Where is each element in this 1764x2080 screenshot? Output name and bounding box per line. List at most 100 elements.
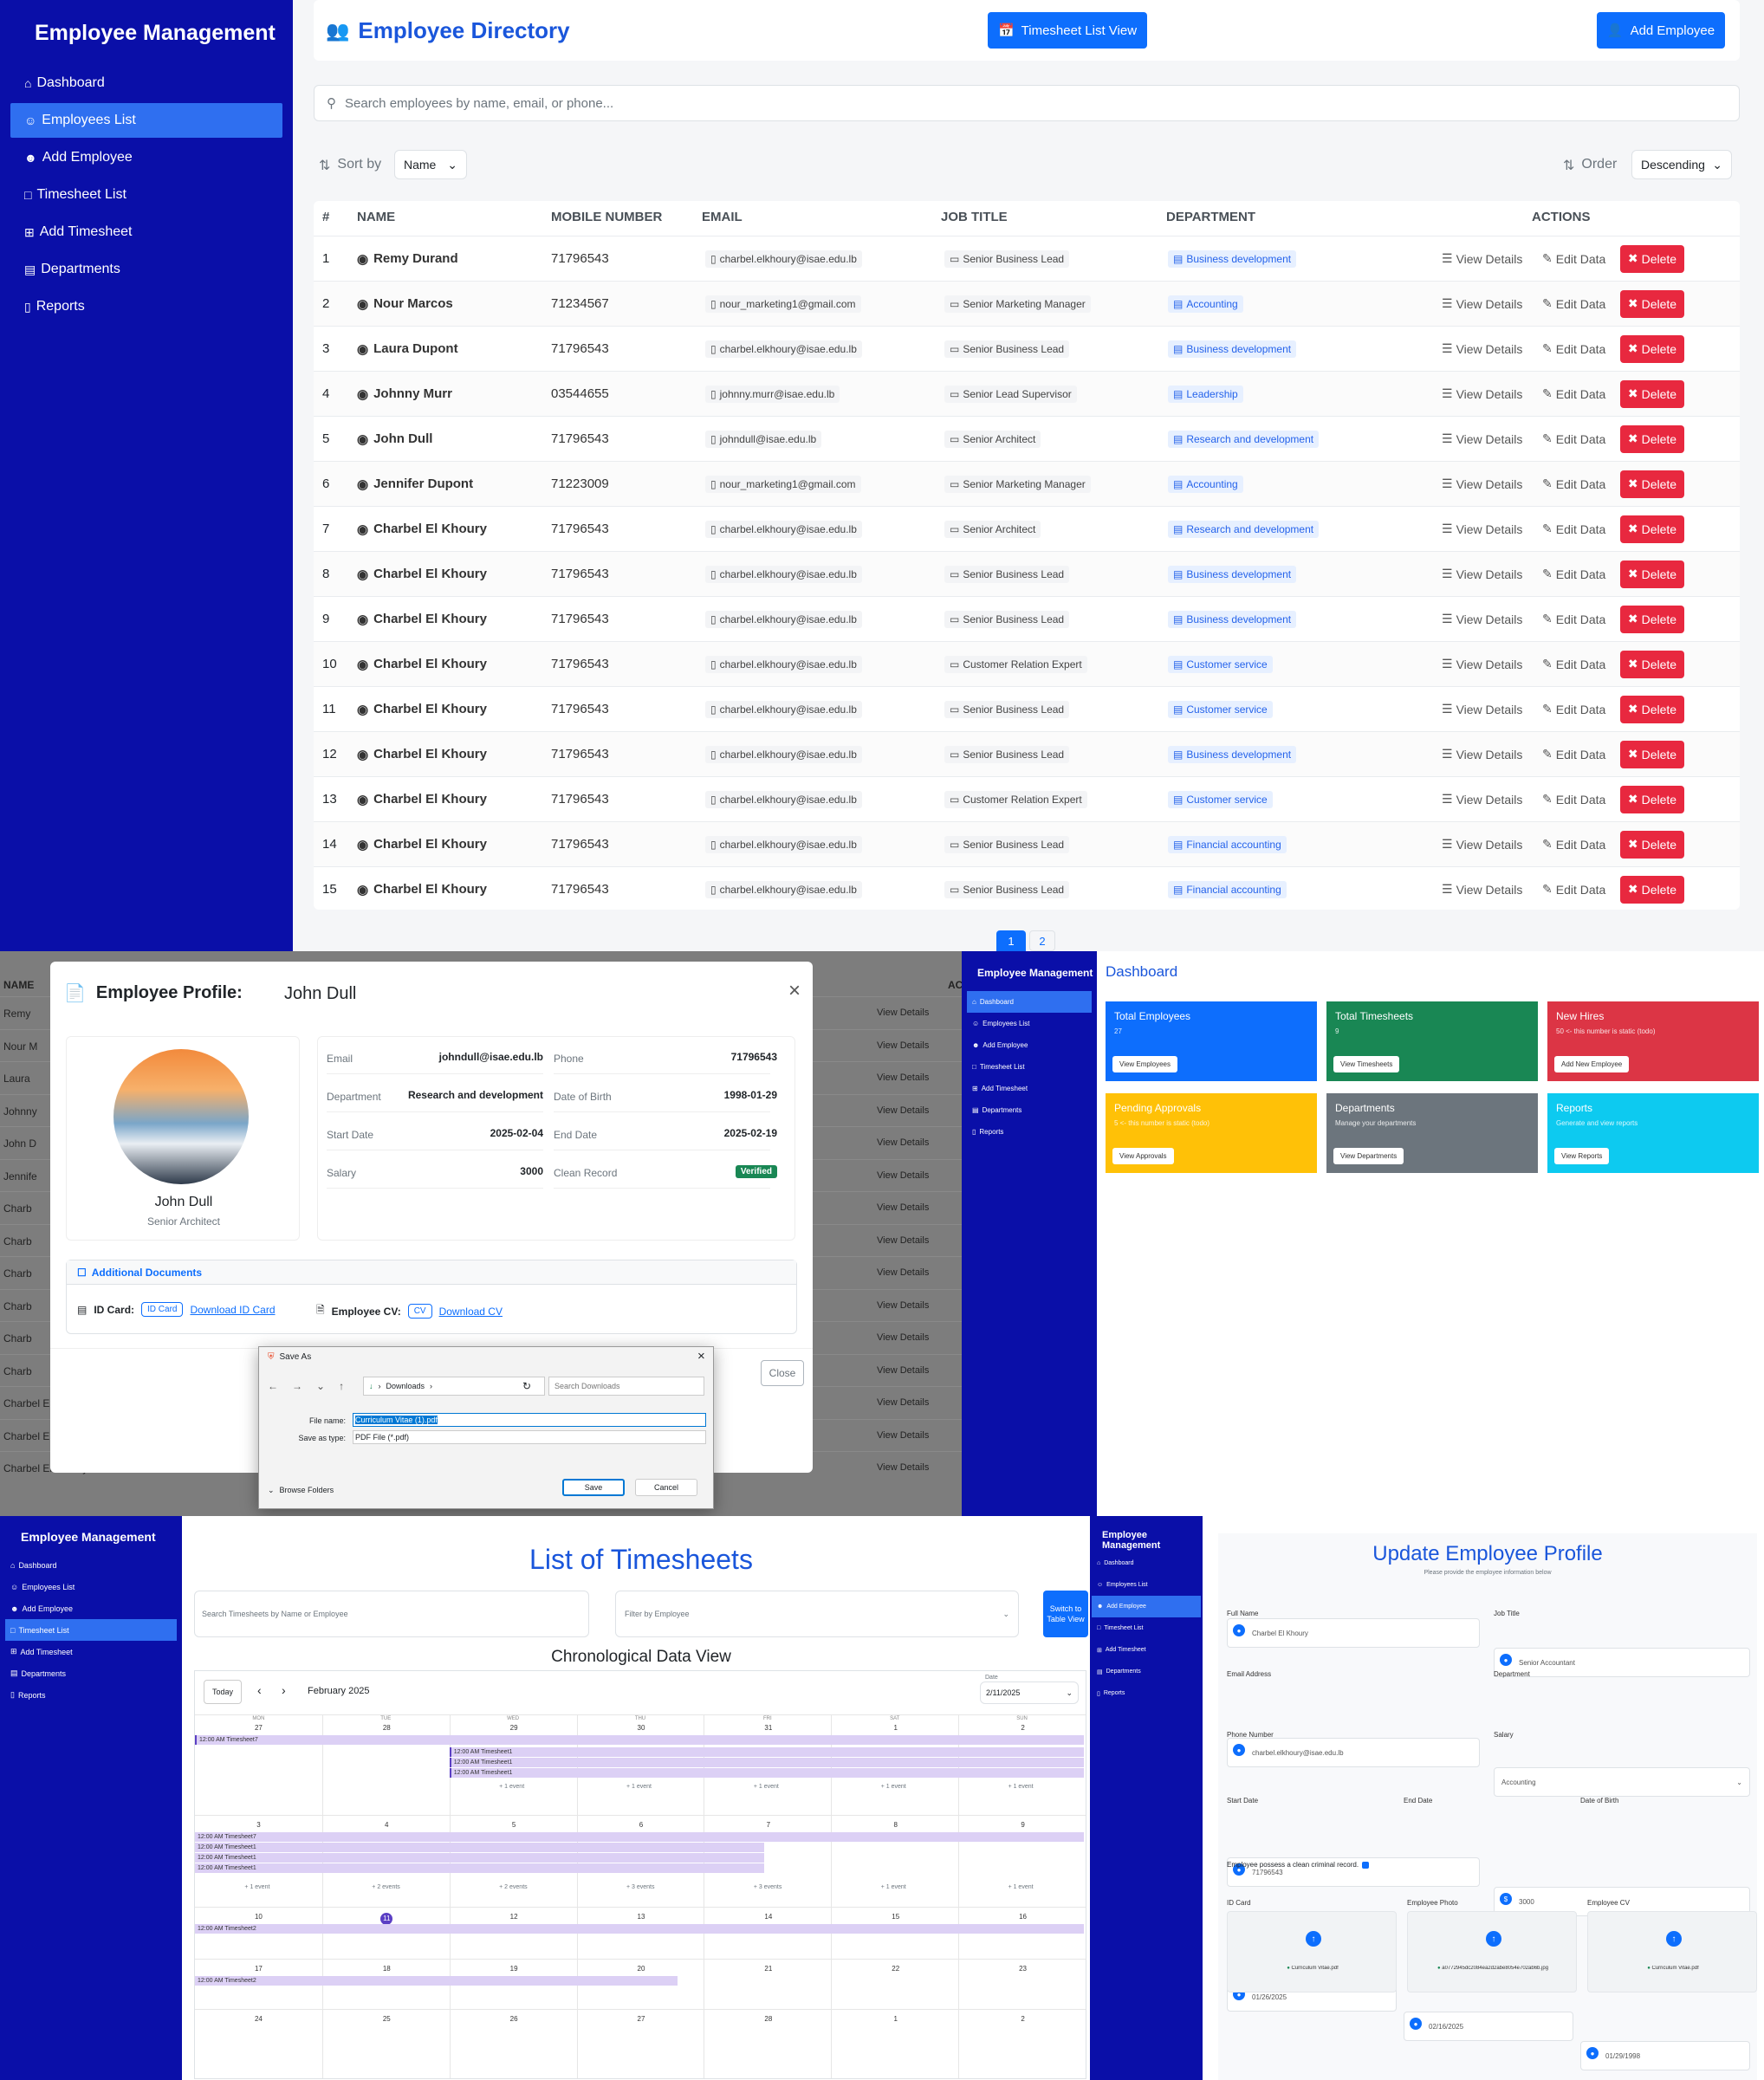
- delete-button[interactable]: ✖ Delete: [1620, 379, 1684, 408]
- sidebar-item-departments[interactable]: ▤ Departments: [10, 252, 282, 287]
- view-details-button[interactable]: ☰ View Details: [1442, 296, 1522, 311]
- view-details-button[interactable]: ☰ View Details: [1442, 792, 1522, 807]
- order-select[interactable]: Descending ⌄: [1631, 150, 1732, 179]
- email-input[interactable]: ● charbel.elkhoury@isae.edu.lb: [1227, 1738, 1480, 1767]
- sidebar-item-add-employee[interactable]: ☻ Add Employee: [967, 1034, 1092, 1056]
- bg-view-details[interactable]: View Details: [877, 1170, 929, 1181]
- forward-arrow-icon[interactable]: →: [292, 1380, 302, 1392]
- calendar-event[interactable]: 12:00 AM Timesheet2: [195, 1976, 678, 1986]
- delete-button[interactable]: ✖ Delete: [1620, 289, 1684, 318]
- bg-view-details[interactable]: View Details: [877, 1462, 929, 1473]
- timesheet-list-view-button[interactable]: 📅 Timesheet List View: [988, 12, 1147, 49]
- prev-month-icon[interactable]: ‹: [257, 1683, 262, 1697]
- more-events-link[interactable]: + 3 events: [626, 1884, 655, 1890]
- edit-data-button[interactable]: ✎ Edit Data: [1542, 612, 1605, 626]
- bg-view-details[interactable]: View Details: [877, 1430, 929, 1441]
- upload-dropzone[interactable]: ↑ ● Curriculum Vitae.pdf: [1227, 1911, 1397, 1993]
- cancel-button[interactable]: Cancel: [635, 1479, 697, 1496]
- back-arrow-icon[interactable]: ←: [268, 1380, 278, 1392]
- edit-data-button[interactable]: ✎ Edit Data: [1542, 837, 1605, 852]
- view-details-button[interactable]: ☰ View Details: [1442, 837, 1522, 852]
- date-picker[interactable]: 2/11/2025 ⌄: [980, 1681, 1079, 1704]
- calendar-event[interactable]: 12:00 AM Timesheet2: [195, 1924, 1084, 1934]
- sidebar-item-add-timesheet[interactable]: ⊞ Add Timesheet: [967, 1078, 1092, 1099]
- bg-view-details[interactable]: View Details: [877, 1267, 929, 1278]
- upload-dropzone[interactable]: ↑ ● Curriculum Vitae.pdf: [1587, 1911, 1757, 1993]
- calendar-day-cell[interactable]: 24: [195, 2009, 322, 2078]
- sidebar-item-add-timesheet[interactable]: ⊞ Add Timesheet: [5, 1641, 177, 1662]
- bg-view-details[interactable]: View Details: [877, 1332, 929, 1343]
- sidebar-item-reports[interactable]: ▯ Reports: [1092, 1682, 1201, 1704]
- card-button[interactable]: View Departments: [1333, 1148, 1404, 1164]
- more-events-link[interactable]: + 1 event: [754, 1784, 779, 1790]
- clean-record-checkbox[interactable]: Employee possess a clean criminal record…: [1227, 1861, 1370, 1869]
- job-title-input[interactable]: ● Senior Accountant: [1494, 1648, 1750, 1677]
- save-type-select[interactable]: PDF File (*.pdf): [353, 1430, 706, 1444]
- department-select[interactable]: Accounting ⌄: [1494, 1767, 1750, 1797]
- more-events-link[interactable]: + 1 event: [1008, 1884, 1034, 1890]
- sidebar-item-reports[interactable]: ▯ Reports: [5, 1684, 177, 1706]
- edit-data-button[interactable]: ✎ Edit Data: [1542, 747, 1605, 761]
- bg-view-details[interactable]: View Details: [877, 1365, 929, 1376]
- view-details-button[interactable]: ☰ View Details: [1442, 251, 1522, 266]
- sidebar-item-add-employee[interactable]: ☻ Add Employee: [1092, 1596, 1201, 1617]
- delete-button[interactable]: ✖ Delete: [1620, 424, 1684, 453]
- more-events-link[interactable]: + 2 events: [499, 1884, 528, 1890]
- bg-view-details[interactable]: View Details: [877, 1397, 929, 1408]
- view-details-button[interactable]: ☰ View Details: [1442, 612, 1522, 626]
- page-1-button[interactable]: 1: [996, 930, 1026, 951]
- sidebar-item-timesheet-list[interactable]: □ Timesheet List: [967, 1056, 1092, 1078]
- up-arrow-icon[interactable]: ↑: [339, 1380, 344, 1392]
- delete-button[interactable]: ✖ Delete: [1620, 470, 1684, 498]
- path-bar[interactable]: ↓ › Downloads ›: [363, 1377, 545, 1396]
- sidebar-item-employees-list[interactable]: ☺ Employees List: [10, 103, 282, 138]
- card-button[interactable]: View Reports: [1554, 1148, 1610, 1164]
- sidebar-item-add-timesheet[interactable]: ⊞ Add Timesheet: [10, 215, 282, 249]
- card-button[interactable]: View Approvals: [1112, 1148, 1174, 1164]
- edit-data-button[interactable]: ✎ Edit Data: [1542, 386, 1605, 401]
- calendar-day-cell[interactable]: 9: [958, 1815, 1086, 1907]
- more-events-link[interactable]: + 1 event: [244, 1884, 269, 1890]
- bg-view-details[interactable]: View Details: [877, 1202, 929, 1213]
- view-details-button[interactable]: ☰ View Details: [1442, 522, 1522, 536]
- close-icon[interactable]: ×: [788, 979, 801, 1003]
- view-details-button[interactable]: ☰ View Details: [1442, 386, 1522, 401]
- view-details-button[interactable]: ☰ View Details: [1442, 476, 1522, 491]
- edit-data-button[interactable]: ✎ Edit Data: [1542, 792, 1605, 807]
- switch-to-table-button[interactable]: Switch to Table View: [1043, 1591, 1088, 1637]
- refresh-icon[interactable]: ↻: [522, 1380, 531, 1392]
- sidebar-item-employees-list[interactable]: ☺ Employees List: [5, 1576, 177, 1597]
- edit-data-button[interactable]: ✎ Edit Data: [1542, 882, 1605, 897]
- card-button[interactable]: View Employees: [1112, 1056, 1177, 1072]
- sidebar-item-timesheet-list[interactable]: □ Timesheet List: [5, 1619, 177, 1641]
- delete-button[interactable]: ✖ Delete: [1620, 515, 1684, 543]
- sidebar-item-departments[interactable]: ▤ Departments: [5, 1662, 177, 1684]
- edit-data-button[interactable]: ✎ Edit Data: [1542, 702, 1605, 716]
- bg-view-details[interactable]: View Details: [877, 1235, 929, 1246]
- dialog-search[interactable]: Search Downloads: [548, 1377, 704, 1396]
- browse-folders-toggle[interactable]: ⌄ Browse Folders: [268, 1486, 334, 1495]
- view-details-button[interactable]: ☰ View Details: [1442, 747, 1522, 761]
- sidebar-item-departments[interactable]: ▤ Departments: [1092, 1661, 1201, 1682]
- bg-view-details[interactable]: View Details: [877, 1072, 929, 1083]
- next-month-icon[interactable]: ›: [282, 1683, 286, 1697]
- search-input[interactable]: ⚲ Search employees by name, email, or ph…: [314, 85, 1740, 121]
- calendar-day-cell[interactable]: 25: [321, 2009, 450, 2078]
- close-button[interactable]: Close: [761, 1360, 804, 1386]
- sidebar-item-timesheet-list[interactable]: □ Timesheet List: [1092, 1617, 1201, 1639]
- delete-button[interactable]: ✖ Delete: [1620, 740, 1684, 768]
- upload-dropzone[interactable]: ↑ ● a0772945dc2084ea2d2abe8054e702ab6b.jp…: [1407, 1911, 1577, 1993]
- view-details-button[interactable]: ☰ View Details: [1442, 567, 1522, 581]
- timesheet-search-input[interactable]: Search Timesheets by Name or Employee: [194, 1591, 589, 1637]
- sidebar-item-add-employee[interactable]: ☻ Add Employee: [10, 140, 282, 175]
- delete-button[interactable]: ✖ Delete: [1620, 695, 1684, 723]
- more-events-link[interactable]: + 1 event: [499, 1784, 524, 1790]
- sidebar-item-reports[interactable]: ▯ Reports: [10, 289, 282, 324]
- bg-view-details[interactable]: View Details: [877, 1105, 929, 1116]
- edit-data-button[interactable]: ✎ Edit Data: [1542, 251, 1605, 266]
- dob-input[interactable]: ● 01/29/1998: [1580, 2041, 1750, 2070]
- view-details-button[interactable]: ☰ View Details: [1442, 431, 1522, 446]
- calendar-event[interactable]: 12:00 AM Timesheet1: [195, 1843, 765, 1852]
- close-icon[interactable]: ×: [697, 1349, 705, 1364]
- sidebar-item-timesheet-list[interactable]: □ Timesheet List: [10, 178, 282, 212]
